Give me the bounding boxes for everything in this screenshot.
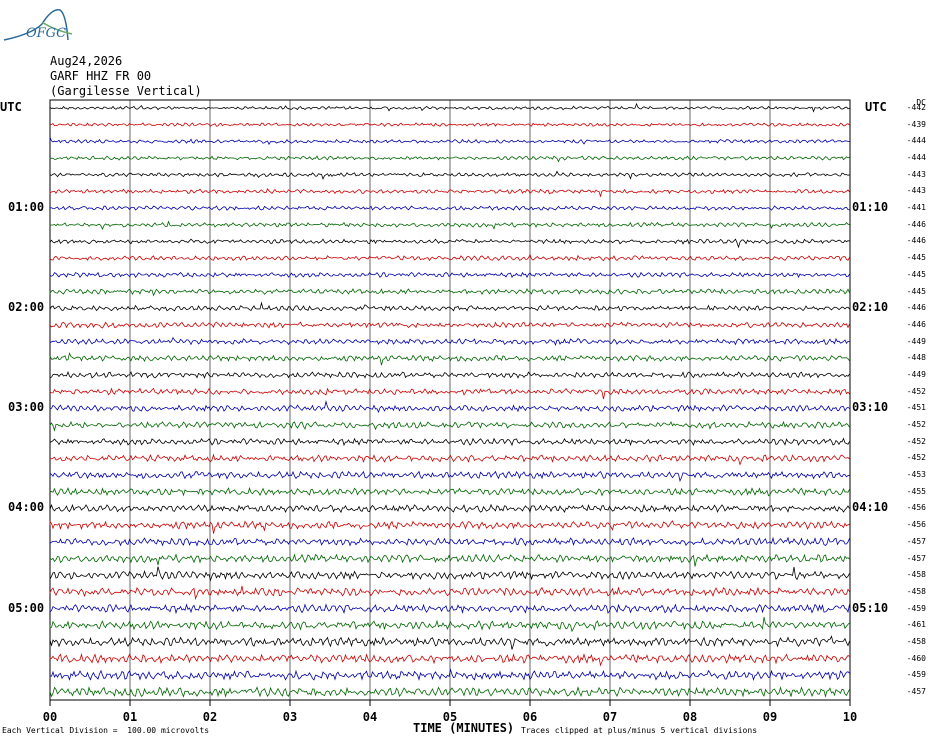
- utc-left-label: UTC: [0, 100, 22, 114]
- x-tick-label: 06: [522, 710, 538, 724]
- right-hour-label: 01:10: [852, 200, 889, 215]
- dc-offset-label: -452: [906, 420, 926, 430]
- left-hour-label: 03:00: [8, 400, 45, 415]
- x-tick-label: 02: [202, 710, 218, 724]
- logo: OFGC: [2, 4, 74, 44]
- footer-left: Each Vertical Division = 100.00 microvol…: [2, 726, 210, 735]
- left-hour-label: 04:00: [8, 500, 45, 515]
- dc-offset-label: -444: [906, 153, 926, 163]
- dc-offset-label: -461: [906, 620, 926, 630]
- dc-offset-label: -459: [906, 670, 926, 680]
- x-axis-label: TIME (MINUTES): [413, 721, 515, 735]
- helicorder-plot: [49, 99, 851, 706]
- dc-offset-label: -458: [906, 570, 926, 580]
- dc-offset-label: -446: [906, 319, 926, 329]
- x-tick-label: 04: [362, 710, 378, 724]
- footer-right: Traces clipped at plus/minus 5 vertical …: [521, 726, 758, 735]
- dc-offset-label: -448: [906, 353, 926, 363]
- dc-offset-label: -445: [906, 269, 926, 279]
- dc-offset-label: -449: [906, 369, 926, 379]
- dc-offset-label: -452: [906, 453, 926, 463]
- right-hour-label: 03:10: [852, 400, 889, 415]
- dc-offset-label: -456: [906, 503, 926, 513]
- dc-offset-label: -449: [906, 336, 926, 346]
- x-tick-label: 07: [602, 710, 618, 724]
- x-tick-label: 00: [42, 710, 58, 724]
- left-hour-label: 02:00: [8, 300, 45, 315]
- dc-offset-label: -445: [906, 253, 926, 263]
- dc-offset-label: -443: [906, 186, 926, 196]
- right-hour-label: 05:10: [852, 600, 889, 615]
- dc-offset-label: -441: [906, 203, 926, 213]
- utc-right-label: UTC: [865, 100, 887, 114]
- dc-offset-label: -457: [906, 687, 926, 696]
- dc-offset-label: -444: [906, 136, 926, 146]
- left-hour-label: 01:00: [8, 200, 45, 215]
- dc-offset-label: -453: [906, 470, 926, 480]
- dc-offset-label: -460: [906, 653, 926, 663]
- dc-offset-label: -455: [906, 486, 926, 496]
- dc-offset-label: -459: [906, 603, 926, 613]
- dc-offset-label: -452: [906, 436, 926, 446]
- dc-offset-label: -458: [906, 636, 926, 646]
- x-tick-label: 08: [682, 710, 698, 724]
- header-site: (Gargilesse Vertical): [50, 84, 202, 98]
- dc-offset-label: -446: [906, 303, 926, 313]
- dc-offset-label: -452: [906, 386, 926, 396]
- header-date: Aug24,2026: [50, 54, 123, 68]
- right-hour-label: 04:10: [852, 500, 889, 515]
- right-hour-label: 02:10: [852, 300, 889, 315]
- dc-offset-label: -457: [906, 536, 926, 546]
- logo-text: OFGC: [26, 26, 67, 41]
- dc-offset-label: -443: [906, 169, 926, 179]
- header-station: GARF HHZ FR 00: [50, 69, 152, 83]
- dc-offset-label: -456: [906, 520, 926, 530]
- left-hour-label: 05:00: [8, 600, 45, 615]
- dc-offset-label: -446: [906, 236, 926, 246]
- dc-offset-label: -439: [906, 119, 926, 129]
- x-tick-label: 03: [282, 710, 298, 724]
- x-tick-label: 10: [842, 710, 858, 724]
- dc-offset-label: -451: [906, 403, 926, 413]
- dc-offset-label: -445: [906, 286, 926, 296]
- dc-offset-label: -442: [906, 103, 926, 112]
- x-tick-label: 09: [762, 710, 778, 724]
- dc-offset-label: -457: [906, 553, 926, 563]
- dc-offset-label: -458: [906, 586, 926, 596]
- dc-offset-label: -446: [906, 219, 926, 229]
- x-tick-label: 01: [122, 710, 138, 724]
